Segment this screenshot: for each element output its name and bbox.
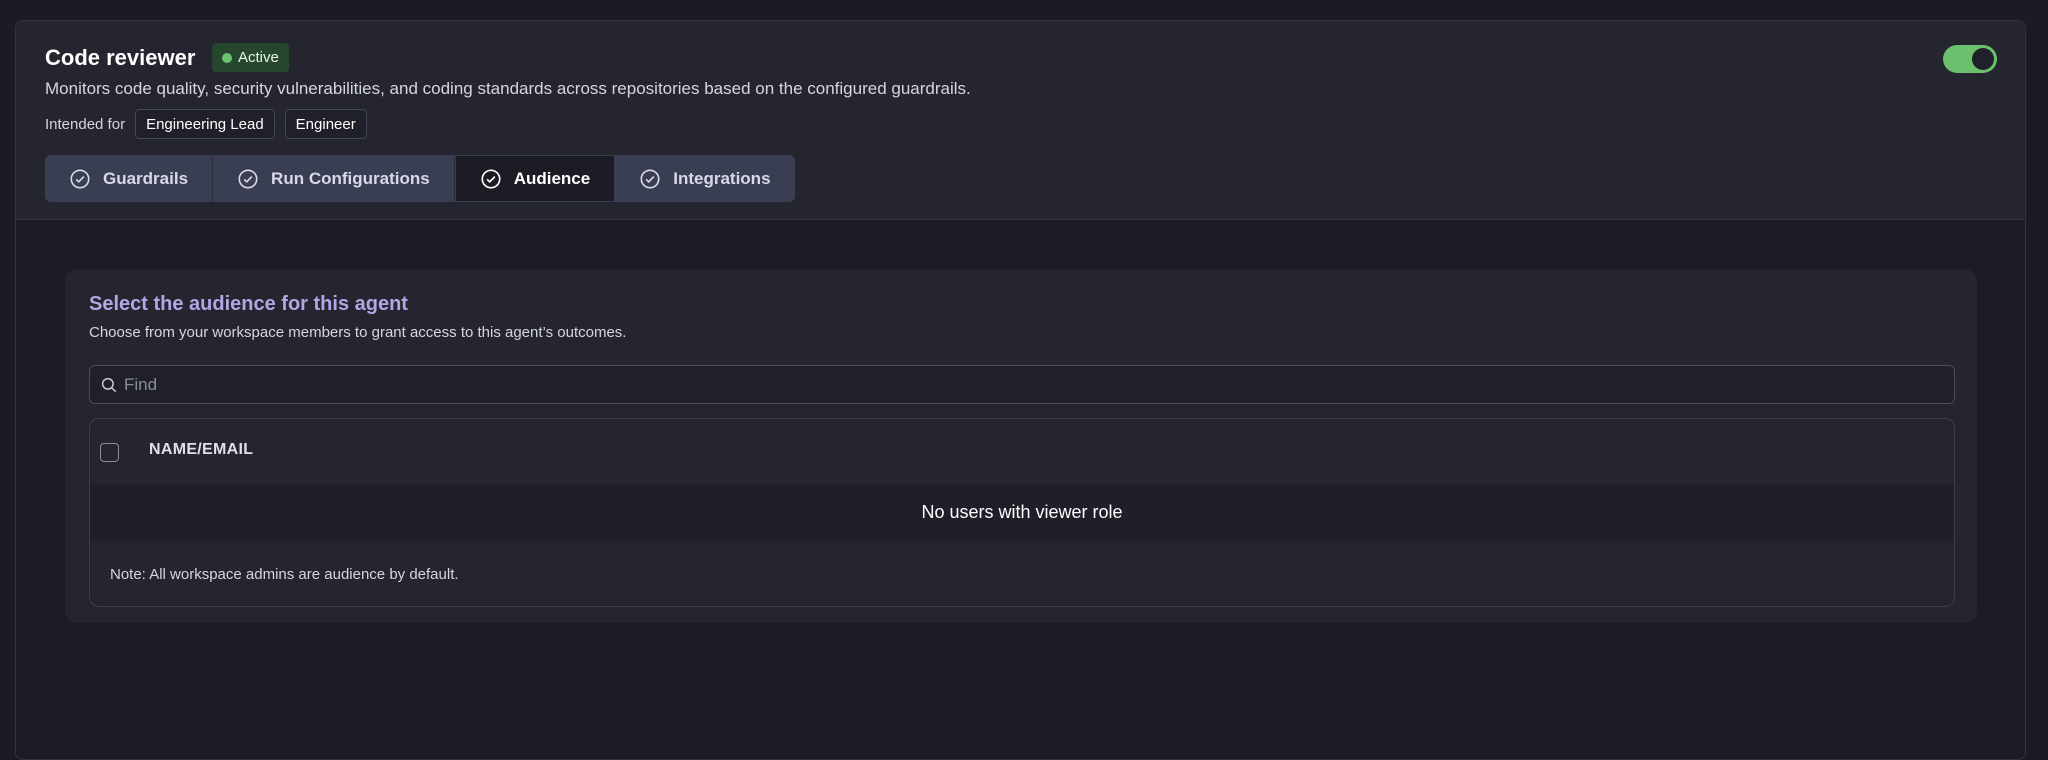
agent-enabled-toggle[interactable] <box>1943 45 1997 73</box>
check-circle-icon <box>70 168 90 189</box>
toggle-knob <box>1972 48 1994 70</box>
audience-tag: Engineer <box>284 109 367 139</box>
audience-title: Select the audience for this agent <box>89 293 408 315</box>
column-header-name-email: NAME/EMAIL <box>149 441 254 458</box>
tab-label: Audience <box>513 168 591 188</box>
status-label: Active <box>238 49 279 66</box>
check-circle-icon <box>640 168 660 189</box>
tab-run-configurations[interactable]: Run Configurations <box>213 155 455 202</box>
tab-guardrails[interactable]: Guardrails <box>45 155 214 202</box>
tab-label: Guardrails <box>103 168 189 188</box>
intended-for-label: Intended for <box>45 115 126 133</box>
agent-panel: Code reviewer Active Monitors code quali… <box>15 20 2026 760</box>
select-all-checkbox[interactable] <box>100 443 119 462</box>
agent-title: Code reviewer <box>45 45 196 70</box>
check-circle-icon <box>481 168 501 189</box>
intended-for-row: Intended for Engineering Lead Engineer <box>45 109 367 139</box>
audience-table: NAME/EMAIL No users with viewer role Not… <box>89 418 1955 607</box>
table-header: NAME/EMAIL <box>90 419 1954 484</box>
audience-card: Select the audience for this agent Choos… <box>65 269 1977 623</box>
tab-audience[interactable]: Audience <box>454 155 616 202</box>
search-input[interactable] <box>124 366 1954 403</box>
search-icon <box>101 377 117 392</box>
audience-subtitle: Choose from your workspace members to gr… <box>89 324 627 341</box>
tab-integrations[interactable]: Integrations <box>615 155 794 202</box>
audience-tag: Engineering Lead <box>135 109 275 139</box>
admins-note: Note: All workspace admins are audience … <box>110 566 459 583</box>
agent-description: Monitors code quality, security vulnerab… <box>45 79 971 98</box>
tab-label: Run Configurations <box>271 168 430 188</box>
search-field <box>89 365 1955 404</box>
empty-state-message: No users with viewer role <box>921 502 1123 522</box>
empty-state-row: No users with viewer role <box>90 484 1954 541</box>
agent-header: Code reviewer Active Monitors code quali… <box>16 21 2025 220</box>
tab-label: Integrations <box>673 168 771 188</box>
status-dot-icon <box>222 52 232 63</box>
agent-tabs: Guardrails Run Configurations Audience I… <box>45 155 795 202</box>
check-circle-icon <box>238 168 258 189</box>
status-badge: Active <box>212 43 289 72</box>
